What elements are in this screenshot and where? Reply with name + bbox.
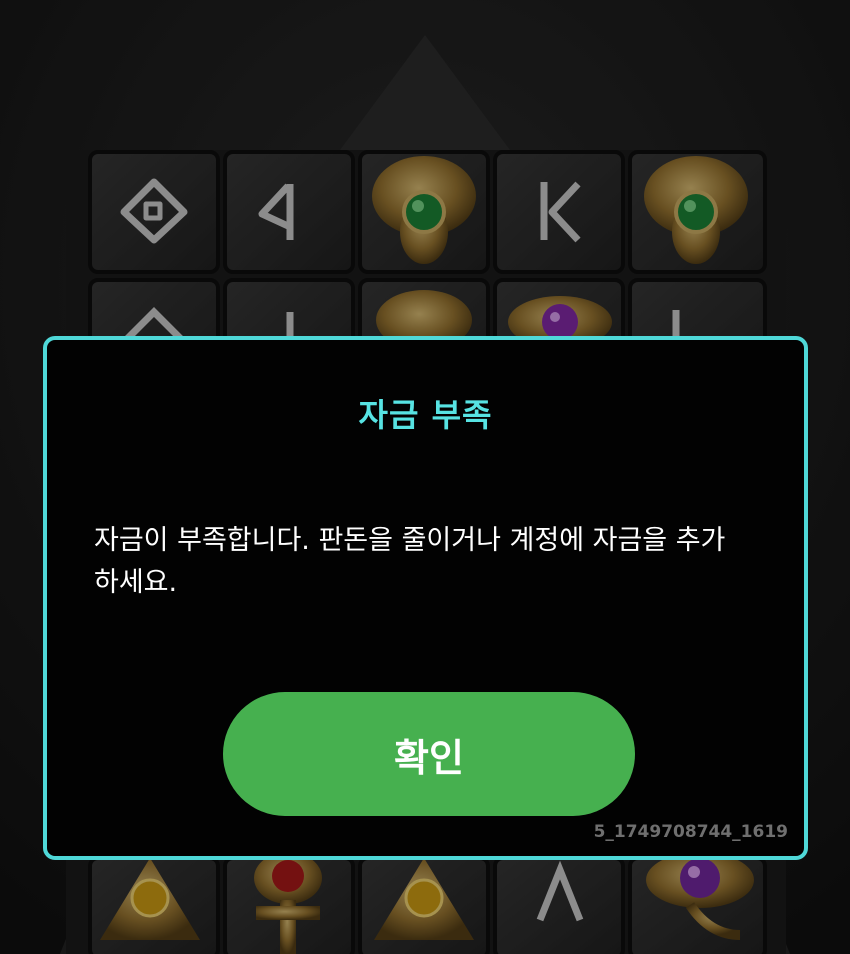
dialog-message: 자금이 부족합니다. 판돈을 줄이거나 계정에 자금을 추가하세요. xyxy=(94,525,726,598)
insufficient-funds-dialog: 자금 부족 자금이 부족합니다. 판돈을 줄이거나 계정에 자금을 추가하세요.… xyxy=(43,336,808,860)
confirm-button[interactable]: 확인 xyxy=(223,692,635,816)
dialog-title: 자금 부족 xyxy=(358,396,493,434)
session-id-label: 5_1749708744_1619 xyxy=(593,822,788,842)
